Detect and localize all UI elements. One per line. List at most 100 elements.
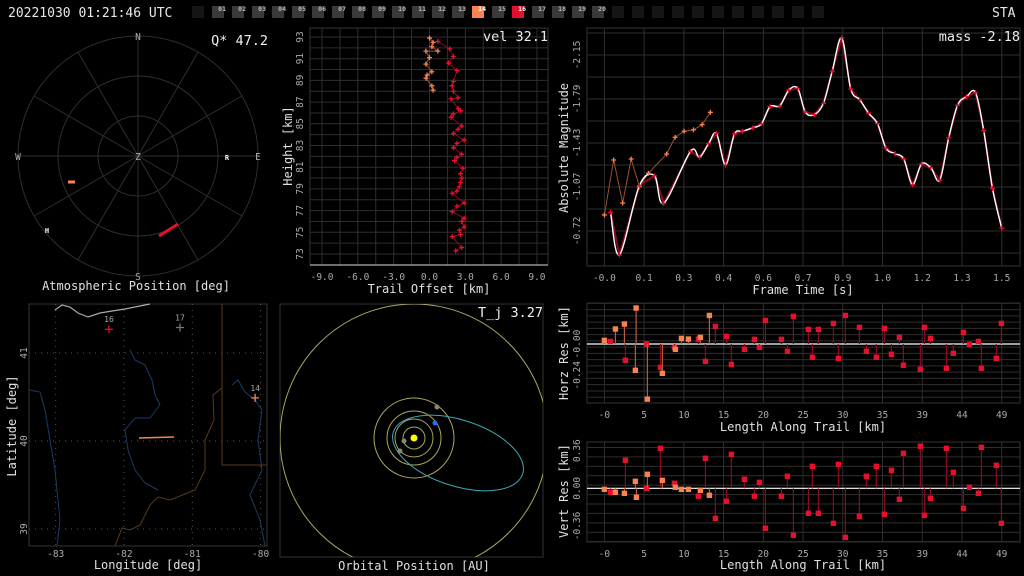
- residual-point: [659, 477, 666, 484]
- station-box-empty[interactable]: [632, 6, 644, 18]
- residual-point: [943, 365, 950, 371]
- river-west: [28, 389, 61, 547]
- magnitude-x-title: Frame Time [s]: [752, 283, 853, 297]
- residual-point: [657, 445, 664, 452]
- residual-point: [835, 461, 842, 468]
- station-box-empty[interactable]: [752, 6, 764, 18]
- station-marker-17: [176, 323, 185, 332]
- residual-point: [685, 486, 692, 493]
- data-point: [690, 127, 696, 133]
- polar-spoke: [33, 155, 139, 217]
- zenith-label: Z: [135, 152, 141, 163]
- y-tick-label: -1.07: [572, 173, 583, 202]
- west-label: W: [15, 152, 21, 163]
- residual-point: [678, 335, 685, 342]
- station-box-empty[interactable]: [672, 6, 684, 18]
- station-box-empty[interactable]: [772, 6, 784, 18]
- residual-point: [643, 341, 650, 347]
- q-star-value: Q* 47.2: [211, 33, 268, 49]
- residual-point: [601, 337, 608, 344]
- residual-point: [612, 489, 619, 495]
- station-box-empty[interactable]: [732, 6, 744, 18]
- y-tick-label: 83: [295, 140, 306, 151]
- station-label-20: 20: [598, 5, 606, 13]
- x-tick-label: 0.3: [675, 273, 692, 284]
- timestamp: 20221030 01:21:46 UTC: [8, 6, 172, 21]
- residual-point: [896, 496, 903, 502]
- y-tick-label: 0.00: [572, 477, 583, 500]
- residual-point: [966, 341, 973, 348]
- residual-point: [900, 362, 907, 368]
- residual-point: [917, 443, 924, 449]
- station-label-11: 11: [418, 5, 426, 13]
- station-box-empty[interactable]: [192, 6, 204, 18]
- residual-point: [633, 305, 639, 311]
- data-point: [607, 209, 613, 215]
- map-y-title: Latitude [deg]: [5, 375, 19, 476]
- y-tick-label: -0.36: [572, 511, 583, 540]
- station-r-marker: R: [225, 154, 230, 162]
- station-selector[interactable]: 01 02 03 04 05 06 07 08 09 10 11 12 13 14 15 16 17 18 19 20: [192, 5, 824, 18]
- residual-point: [960, 329, 967, 336]
- station-box-empty[interactable]: [652, 6, 664, 18]
- data-point: [458, 171, 464, 177]
- data-point: [946, 135, 952, 141]
- station-label-18: 18: [558, 5, 566, 13]
- station-box-empty[interactable]: [612, 6, 624, 18]
- residual-point: [927, 335, 934, 342]
- residual-point: [643, 485, 650, 491]
- residual-point: [784, 473, 791, 479]
- state-boundary-river: [114, 387, 223, 547]
- atmospheric-position-panel: N S E W Z H R Q* 47.2 Atmospheric Positi…: [15, 32, 268, 293]
- residual-point: [900, 450, 907, 456]
- station-box-empty[interactable]: [692, 6, 704, 18]
- y-tick-label: -0.72: [572, 217, 583, 246]
- x-tick-label: -9.0: [311, 272, 334, 283]
- residual-point: [790, 532, 797, 538]
- residual-point: [784, 348, 791, 355]
- y-tick-label: 39: [19, 523, 30, 535]
- x-tick-label: 1.5: [993, 273, 1010, 284]
- residual-point: [706, 492, 713, 499]
- map-tick-labels: -83 -82 -81 -80414039: [19, 347, 269, 560]
- residual-point: [998, 320, 1005, 327]
- y-tick-label: 89: [295, 74, 306, 86]
- residual-point: [612, 326, 619, 332]
- x-tick-label: 10: [678, 410, 690, 421]
- residual-point: [815, 510, 822, 516]
- y-tick-label: -1.43: [572, 129, 583, 158]
- residual-point: [741, 476, 748, 483]
- data-point: [435, 38, 441, 44]
- station-label-07: 07: [338, 5, 346, 13]
- station-box-empty[interactable]: [812, 6, 824, 18]
- residual-point: [678, 486, 685, 493]
- station-box-empty[interactable]: [792, 6, 804, 18]
- polar-spoke: [137, 155, 199, 261]
- x-tick-label: -6.0: [346, 272, 369, 283]
- y-tick-label: -1.79: [572, 84, 583, 113]
- polar-spoke: [33, 95, 139, 157]
- tisserand-value: T_j 3.27: [478, 305, 543, 321]
- data-point: [829, 68, 835, 74]
- residual-point: [830, 320, 837, 327]
- polar-title: Atmospheric Position [deg]: [42, 279, 230, 293]
- height-y-title: Height [km]: [281, 106, 295, 185]
- river-east: [231, 379, 266, 547]
- residual-point: [672, 484, 679, 490]
- station-box-empty[interactable]: [712, 6, 724, 18]
- station-label-04: 04: [278, 5, 286, 13]
- height-tick-labels: -9.0 -6.0 -3.0 0.0 3.0 6.0 9.07375777981838587…: [295, 31, 546, 283]
- y-tick-label: 91: [295, 53, 306, 65]
- residual-point: [842, 534, 849, 541]
- y-tick-label: 40: [19, 435, 30, 447]
- residual-point: [805, 510, 812, 516]
- x-tick-label: 5: [641, 410, 647, 421]
- residual-point: [702, 358, 709, 365]
- residual-point: [856, 324, 863, 331]
- x-tick-label: 39: [917, 549, 929, 560]
- residual-point: [966, 484, 973, 490]
- residual-point: [728, 451, 735, 458]
- vert-res-x-title: Length Along Trail [km]: [720, 558, 886, 572]
- horz-res-y-title: Horz Res [km]: [557, 306, 571, 400]
- residual-point: [601, 486, 608, 493]
